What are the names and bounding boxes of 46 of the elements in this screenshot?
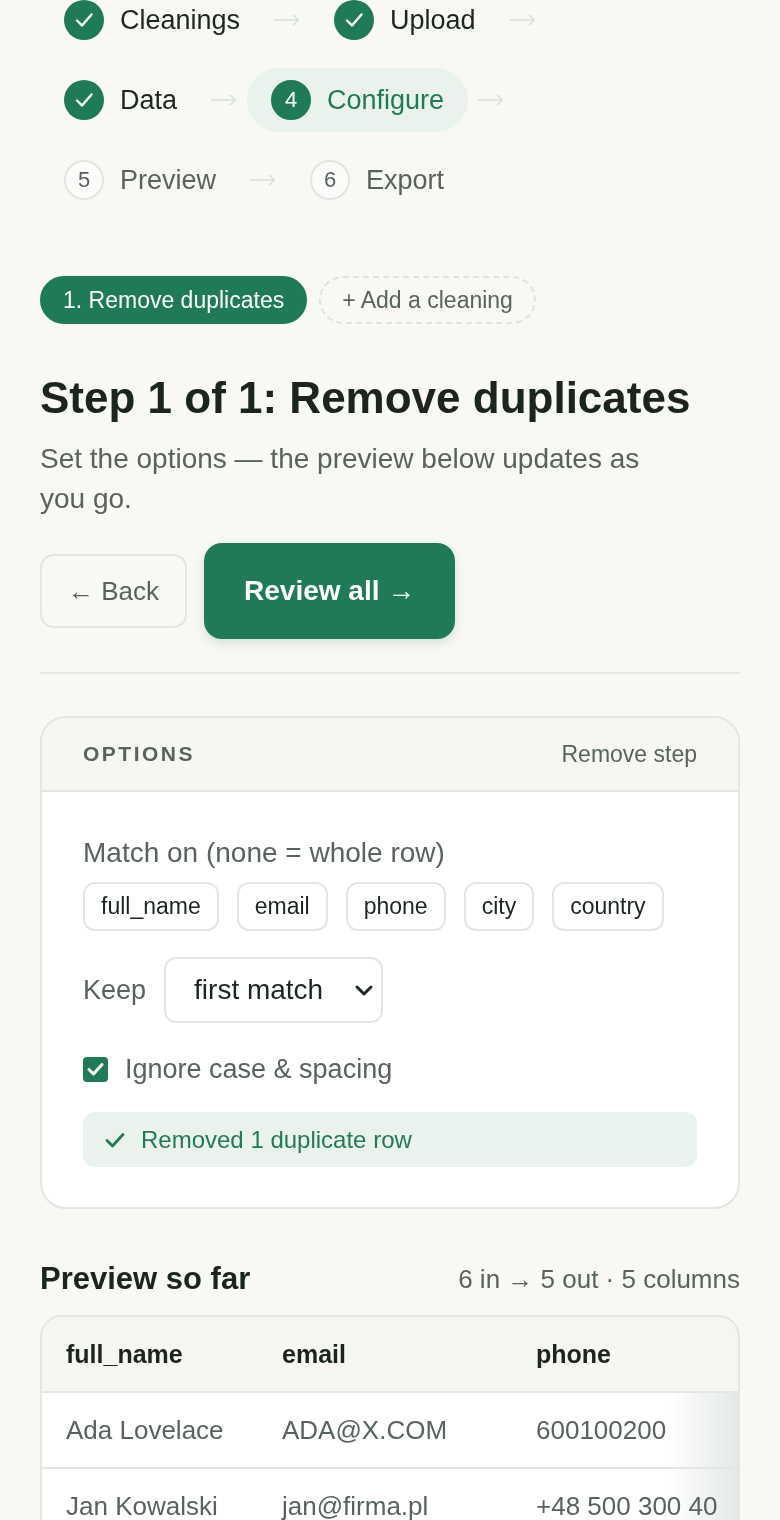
- checkbox-label: Ignore case & spacing: [125, 1053, 393, 1085]
- arrow-right-icon: [211, 94, 238, 106]
- chevron-down-icon: [355, 984, 374, 996]
- notice-text: Removed 1 duplicate row: [141, 1125, 412, 1154]
- remove-step-link[interactable]: Remove step: [561, 740, 697, 768]
- step-button[interactable]: 6 Export: [286, 148, 469, 212]
- table-cell-text: +48 500 300 40: [536, 1490, 719, 1520]
- column-chip[interactable]: country: [552, 882, 664, 931]
- column-chip[interactable]: phone: [345, 882, 446, 931]
- step-number: 4: [271, 80, 312, 120]
- table-cell-text: 600100200: [536, 1414, 668, 1446]
- table-cell-text: Ada Lovelace: [66, 1414, 225, 1446]
- step-button[interactable]: Data: [40, 68, 202, 132]
- checkbox[interactable]: [83, 1056, 108, 1082]
- back-button[interactable]: ← Back: [40, 554, 188, 628]
- page-title: Step 1 of 1: Remove duplicates: [40, 374, 692, 422]
- check-icon: [105, 1131, 125, 1148]
- step-number: 6: [310, 160, 351, 200]
- field-label: Match on (none = whole row): [83, 836, 446, 870]
- section-heading: Preview so far: [40, 1261, 251, 1297]
- column-header: full_name: [66, 1339, 184, 1369]
- column-chip[interactable]: full_name: [83, 882, 219, 931]
- row-summary: 6 in → 5 out · 5 columns: [458, 1263, 740, 1295]
- page-subtitle: Set the options — the preview below updates as you go.: [40, 442, 641, 516]
- keep-select[interactable]: first match: [164, 957, 384, 1023]
- column-chip[interactable]: city: [463, 882, 535, 931]
- arrow-right-icon: [509, 14, 536, 26]
- step-number: 5: [64, 160, 104, 200]
- add-cleaning-button[interactable]: + Add a cleaning: [319, 276, 536, 324]
- column-header: email: [282, 1339, 347, 1369]
- table-cell-text: Jan Kowalski: [66, 1490, 219, 1520]
- arrow-right-icon: [250, 174, 277, 186]
- arrow-right-icon: [478, 94, 505, 106]
- cleaning-tab[interactable]: 1. Remove duplicates: [40, 276, 308, 324]
- section-title: OPTIONS: [83, 742, 195, 766]
- step-button[interactable]: 5 Preview: [40, 148, 241, 212]
- column-header: phone: [536, 1339, 612, 1369]
- table-cell-text: ADA@X.COM: [282, 1414, 449, 1446]
- review-all-button[interactable]: Review all →: [204, 543, 456, 639]
- table-cell-text: jan@firma.pl: [282, 1490, 430, 1520]
- step-button[interactable]: 4 Configure: [247, 68, 469, 132]
- step-button[interactable]: Cleanings: [40, 0, 265, 52]
- step-button[interactable]: Upload: [310, 0, 500, 52]
- column-chip[interactable]: email: [236, 882, 328, 931]
- arrow-right-icon: [274, 14, 301, 26]
- field-label: Keep: [83, 974, 147, 1006]
